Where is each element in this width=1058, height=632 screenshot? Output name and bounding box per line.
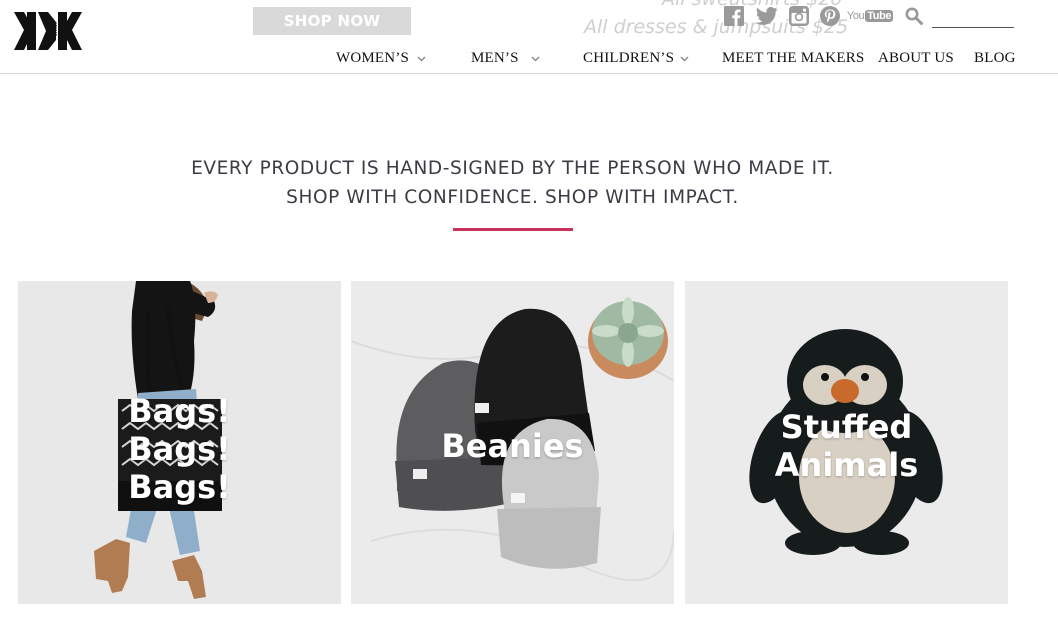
nav-label-meet-the-makers: MEET THE MAKERS bbox=[722, 49, 865, 66]
instagram-icon[interactable] bbox=[788, 5, 810, 27]
tagline-line-2: SHOP WITH CONFIDENCE. SHOP WITH IMPACT. bbox=[286, 187, 739, 208]
logo-mark-icon bbox=[14, 12, 82, 50]
nav-label-mens: MEN’S bbox=[471, 49, 519, 66]
logo-intl-label: intl. bbox=[49, 21, 60, 37]
tile-label-bags-line-2: Bags! bbox=[128, 430, 231, 468]
category-tile-stuffed-animals[interactable]: Stuffed Animals bbox=[685, 281, 1008, 604]
category-tile-bags[interactable]: Bags! Bags! Bags! bbox=[18, 281, 341, 604]
site-logo[interactable]: intl. bbox=[12, 10, 84, 52]
tile-label-stuffed-animals-line-2: Animals bbox=[774, 446, 919, 484]
category-tile-beanies[interactable]: Beanies bbox=[351, 281, 674, 604]
nav-item-mens[interactable]: MEN’S bbox=[471, 48, 540, 68]
chevron-down-icon bbox=[531, 49, 540, 67]
tile-label-beanies: Beanies bbox=[441, 427, 584, 465]
nav-item-meet-the-makers[interactable]: MEET THE MAKERS bbox=[722, 48, 864, 68]
promo-line-sweatshirts: All sweatshirts $20 bbox=[662, 0, 843, 10]
tile-label-bags-line-3: Bags! bbox=[128, 468, 231, 506]
nav-label-womens: WOMEN’S bbox=[336, 49, 410, 66]
pinterest-icon[interactable] bbox=[819, 5, 841, 27]
youtube-tube-label: Tube bbox=[865, 10, 894, 22]
nav-label-about-us: ABOUT US bbox=[878, 49, 954, 66]
search-icon[interactable] bbox=[904, 5, 924, 27]
site-header: intl. SHOP NOW All sweatshirts $20 All d… bbox=[0, 0, 1058, 74]
nav-item-about-us[interactable]: ABOUT US bbox=[878, 48, 954, 68]
nav-label-blog: BLOG bbox=[974, 49, 1016, 66]
search-input[interactable] bbox=[932, 8, 1014, 27]
youtube-icon[interactable]: You Tube bbox=[847, 5, 894, 27]
nav-label-childrens: CHILDREN’S bbox=[583, 49, 675, 66]
youtube-you-label: You bbox=[846, 10, 865, 22]
tile-label-bags-line-1: Bags! bbox=[128, 392, 231, 430]
shop-now-button[interactable]: SHOP NOW bbox=[253, 7, 411, 35]
facebook-icon[interactable] bbox=[723, 5, 745, 27]
search-underline bbox=[932, 27, 1014, 28]
nav-item-childrens[interactable]: CHILDREN’S bbox=[583, 48, 689, 68]
nav-item-womens[interactable]: WOMEN’S bbox=[336, 48, 426, 68]
accent-divider bbox=[453, 228, 573, 231]
chevron-down-icon bbox=[417, 49, 426, 67]
twitter-icon[interactable] bbox=[755, 5, 779, 27]
tile-label-stuffed-animals-line-1: Stuffed bbox=[780, 408, 913, 446]
chevron-down-icon bbox=[680, 49, 689, 67]
nav-item-blog[interactable]: BLOG bbox=[974, 48, 1016, 68]
tagline-line-1: EVERY PRODUCT IS HAND-SIGNED BY THE PERS… bbox=[191, 158, 834, 179]
